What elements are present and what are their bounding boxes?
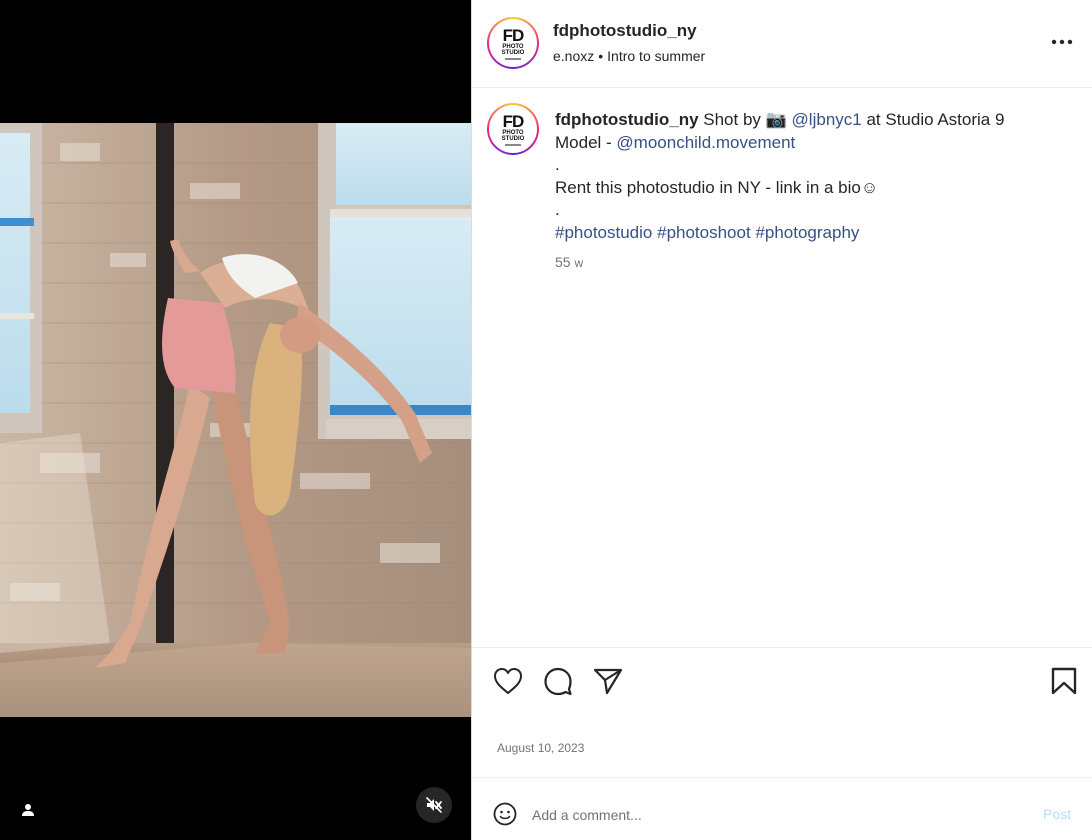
share-icon <box>593 668 623 695</box>
hashtag-link[interactable]: #photostudio <box>555 223 652 242</box>
comment-icon <box>544 667 572 696</box>
caption-dot: . <box>555 200 560 219</box>
mute-button[interactable] <box>416 787 452 823</box>
action-bar: August 10, 2023 <box>472 647 1092 777</box>
caption-dot: . <box>555 155 560 174</box>
mention-model[interactable]: @moonchild.movement <box>616 133 795 152</box>
comment-composer: Post <box>472 777 1092 840</box>
post-video[interactable] <box>0 123 471 717</box>
hashtag-link[interactable]: #photography <box>755 223 859 242</box>
muted-speaker-icon <box>426 797 442 813</box>
hashtag-link[interactable]: #photoshoot <box>657 223 751 242</box>
post-side-panel: FD PHOTO STUDIO fdphotostudio_ny e.noxz •… <box>471 0 1092 840</box>
caption-text-location: at Studio Astoria 9 <box>861 110 1005 129</box>
more-horizontal-icon <box>1051 39 1073 45</box>
caption-section: FD PHOTO STUDIO fdphotostudio_ny Shot by… <box>472 89 1092 647</box>
camera-emoji: 📷 <box>765 110 787 129</box>
bookmark-icon <box>1051 667 1077 695</box>
post-header: FD PHOTO STUDIO fdphotostudio_ny e.noxz •… <box>472 0 1092 88</box>
emoji-picker-button[interactable] <box>492 801 518 827</box>
avatar[interactable]: FD PHOTO STUDIO <box>487 17 539 69</box>
caption-text: fdphotostudio_ny Shot by 📷 @ljbnyc1 at S… <box>555 109 1075 244</box>
post-date[interactable]: August 10, 2023 <box>497 741 584 755</box>
save-button[interactable] <box>1048 665 1080 697</box>
caption-text-shot: Shot by <box>698 110 766 129</box>
audio-attribution: e.noxz • Intro to summer <box>553 48 705 64</box>
comment-button[interactable] <box>542 665 574 697</box>
caption-line-rent: Rent this photostudio in NY - link in a … <box>555 177 1075 200</box>
caption-age-unit: w <box>574 256 584 270</box>
like-button[interactable] <box>492 665 524 697</box>
caption-text-model: Model - <box>555 132 617 152</box>
caption-line-2: Model - @moonchild.movement <box>555 132 1075 155</box>
audio-separator: • <box>598 48 604 64</box>
logo-main: FD <box>502 111 525 131</box>
studio-logo: FD PHOTO STUDIO <box>489 105 537 153</box>
audio-track-link[interactable]: Intro to summer <box>607 48 705 64</box>
post-comment-button[interactable]: Post <box>1043 806 1071 822</box>
audio-artist-link[interactable]: e.noxz <box>553 48 594 64</box>
caption-hashtags: #photostudio #photoshoot #photography <box>555 222 1075 245</box>
caption-author-link[interactable]: fdphotostudio_ny <box>555 110 699 129</box>
caption-avatar[interactable]: FD PHOTO STUDIO <box>487 103 539 155</box>
smile-emoji: ☺ <box>860 177 879 197</box>
author-username-link[interactable]: fdphotostudio_ny <box>553 21 697 41</box>
caption-age-value: 55 <box>555 254 571 270</box>
logo-line2: STUDIO <box>501 49 525 56</box>
logo-underline <box>505 143 521 146</box>
emoji-icon <box>493 802 517 826</box>
caption-line-1: fdphotostudio_ny Shot by 📷 @ljbnyc1 at S… <box>555 109 1075 132</box>
logo-underline <box>505 57 521 60</box>
share-button[interactable] <box>592 665 624 697</box>
more-options-button[interactable] <box>1050 30 1074 54</box>
logo-main: FD <box>502 25 525 45</box>
caption-age[interactable]: 55 w <box>555 254 583 270</box>
logo-line2: STUDIO <box>501 135 525 142</box>
user-tag-icon[interactable] <box>14 796 42 824</box>
video-frame <box>0 123 471 717</box>
mention-photographer[interactable]: @ljbnyc1 <box>792 110 862 129</box>
comment-input[interactable] <box>532 804 1012 826</box>
caption-rent-text: Rent this photostudio in NY - link in a … <box>555 177 861 197</box>
heart-icon <box>494 668 522 694</box>
studio-logo: FD PHOTO STUDIO <box>489 19 537 67</box>
media-pane <box>0 0 471 840</box>
